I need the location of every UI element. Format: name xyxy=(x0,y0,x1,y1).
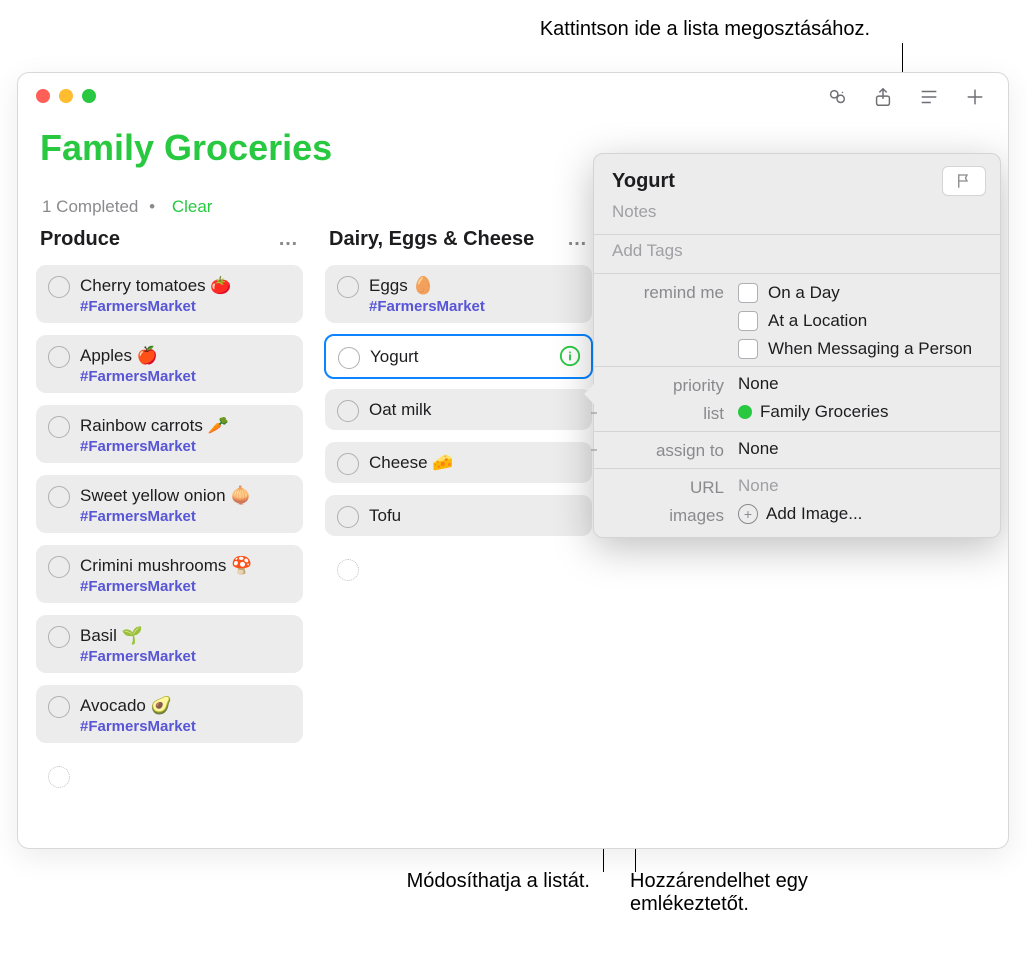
list-item[interactable]: Avocado 🥑 #FarmersMarket xyxy=(36,685,303,743)
item-title: Cheese 🧀 xyxy=(369,452,580,473)
column-more-icon[interactable]: … xyxy=(278,228,299,251)
item-title: Oat milk xyxy=(369,399,580,420)
checkbox-circle[interactable] xyxy=(337,400,359,422)
annotation-share: Kattintson ide a lista megosztásához. xyxy=(370,18,870,41)
item-title: Eggs 🥚 xyxy=(369,275,580,296)
item-title: Yogurt xyxy=(370,346,579,367)
priority-label: priority xyxy=(594,374,738,396)
column-more-icon[interactable]: … xyxy=(567,228,588,251)
list-color-dot xyxy=(738,405,752,419)
new-item-placeholder[interactable] xyxy=(36,755,303,796)
remind-on-day[interactable]: On a Day xyxy=(738,283,982,303)
assign-value[interactable]: None xyxy=(738,439,982,459)
column-title: Produce xyxy=(40,228,120,251)
close-window[interactable] xyxy=(36,89,50,103)
annotation-list: Módosíthatja a listát. xyxy=(310,870,590,893)
url-label: URL xyxy=(594,476,738,498)
remind-at-location[interactable]: At a Location xyxy=(738,311,982,331)
list-label: list xyxy=(594,402,738,424)
list-item[interactable]: Rainbow carrots 🥕 #FarmersMarket xyxy=(36,405,303,463)
checkbox[interactable] xyxy=(738,339,758,359)
checkbox[interactable] xyxy=(738,311,758,331)
item-title: Rainbow carrots 🥕 xyxy=(80,415,291,436)
list-item[interactable]: Basil 🌱 #FarmersMarket xyxy=(36,615,303,673)
checkbox-circle[interactable] xyxy=(337,506,359,528)
checkbox-circle[interactable] xyxy=(337,276,359,298)
checkbox-circle[interactable] xyxy=(48,486,70,508)
list-item[interactable]: Sweet yellow onion 🧅 #FarmersMarket xyxy=(36,475,303,533)
url-value[interactable]: None xyxy=(738,476,982,496)
share-button[interactable] xyxy=(864,81,902,113)
detail-panel: Yogurt Notes Add Tags remind me On a Day… xyxy=(593,153,1001,538)
item-tag[interactable]: #FarmersMarket xyxy=(369,298,580,315)
info-icon[interactable] xyxy=(559,345,581,367)
toolbar xyxy=(818,81,994,113)
item-title: Tofu xyxy=(369,505,580,526)
window-controls xyxy=(36,89,96,103)
view-button[interactable] xyxy=(910,81,948,113)
add-image-button[interactable]: + Add Image... xyxy=(738,504,982,524)
checkbox-circle[interactable] xyxy=(337,453,359,475)
item-title: Sweet yellow onion 🧅 xyxy=(80,485,291,506)
item-tag[interactable]: #FarmersMarket xyxy=(80,368,291,385)
column-produce: Produce … Cherry tomatoes 🍅 #FarmersMarke… xyxy=(32,228,307,838)
plus-icon: + xyxy=(738,504,758,524)
annotation-assign: Hozzárendelhet egy emlékeztetőt. xyxy=(630,870,930,916)
list-value[interactable]: Family Groceries xyxy=(738,402,982,422)
remind-when-messaging[interactable]: When Messaging a Person xyxy=(738,339,982,359)
checkbox[interactable] xyxy=(738,283,758,303)
priority-value[interactable]: None xyxy=(738,374,982,394)
column-header: Produce … xyxy=(32,228,307,259)
column-dairy: Dairy, Eggs & Cheese … Eggs 🥚 #FarmersMar… xyxy=(321,228,596,838)
item-title: Apples 🍎 xyxy=(80,345,291,366)
checkbox-circle[interactable] xyxy=(48,416,70,438)
remind-label: remind me xyxy=(594,281,738,303)
checkbox-circle[interactable] xyxy=(48,696,70,718)
tags-field[interactable]: Add Tags xyxy=(594,239,1000,269)
checkbox-circle[interactable] xyxy=(48,556,70,578)
list-item[interactable]: Oat milk xyxy=(325,389,592,430)
column-header: Dairy, Eggs & Cheese … xyxy=(321,228,596,259)
list-item-selected[interactable]: Yogurt xyxy=(324,334,593,379)
item-title: Avocado 🥑 xyxy=(80,695,291,716)
checkbox-circle[interactable] xyxy=(337,559,359,581)
fullscreen-window[interactable] xyxy=(82,89,96,103)
checkbox-circle[interactable] xyxy=(48,346,70,368)
list-item[interactable]: Crimini mushrooms 🍄 #FarmersMarket xyxy=(36,545,303,603)
checkbox-circle[interactable] xyxy=(48,766,70,788)
separator: • xyxy=(149,197,155,216)
detail-title[interactable]: Yogurt xyxy=(612,170,675,193)
item-title: Crimini mushrooms 🍄 xyxy=(80,555,291,576)
new-item-placeholder[interactable] xyxy=(325,548,592,589)
checkbox-circle[interactable] xyxy=(338,347,360,369)
flag-button[interactable] xyxy=(942,166,986,196)
item-tag[interactable]: #FarmersMarket xyxy=(80,578,291,595)
item-tag[interactable]: #FarmersMarket xyxy=(80,438,291,455)
completed-count: 1 Completed xyxy=(42,197,138,216)
item-tag[interactable]: #FarmersMarket xyxy=(80,298,291,315)
app-window: Family Groceries 1 Completed • Clear Pro… xyxy=(17,72,1009,849)
column-title: Dairy, Eggs & Cheese xyxy=(329,228,534,251)
list-item[interactable]: Tofu xyxy=(325,495,592,536)
list-item[interactable]: Cherry tomatoes 🍅 #FarmersMarket xyxy=(36,265,303,323)
item-title: Cherry tomatoes 🍅 xyxy=(80,275,291,296)
item-title: Basil 🌱 xyxy=(80,625,291,646)
minimize-window[interactable] xyxy=(59,89,73,103)
images-label: images xyxy=(594,504,738,526)
clear-button[interactable]: Clear xyxy=(172,197,213,216)
item-tag[interactable]: #FarmersMarket xyxy=(80,648,291,665)
checkbox-circle[interactable] xyxy=(48,626,70,648)
page-title: Family Groceries xyxy=(40,127,332,169)
assign-label: assign to xyxy=(594,439,738,461)
item-tag[interactable]: #FarmersMarket xyxy=(80,718,291,735)
notes-field[interactable]: Notes xyxy=(594,200,1000,230)
completed-row: 1 Completed • Clear xyxy=(42,197,212,217)
list-item[interactable]: Apples 🍎 #FarmersMarket xyxy=(36,335,303,393)
add-button[interactable] xyxy=(956,81,994,113)
checkbox-circle[interactable] xyxy=(48,276,70,298)
list-item[interactable]: Cheese 🧀 xyxy=(325,442,592,483)
item-tag[interactable]: #FarmersMarket xyxy=(80,508,291,525)
list-item[interactable]: Eggs 🥚 #FarmersMarket xyxy=(325,265,592,323)
collaborate-button[interactable] xyxy=(818,81,856,113)
